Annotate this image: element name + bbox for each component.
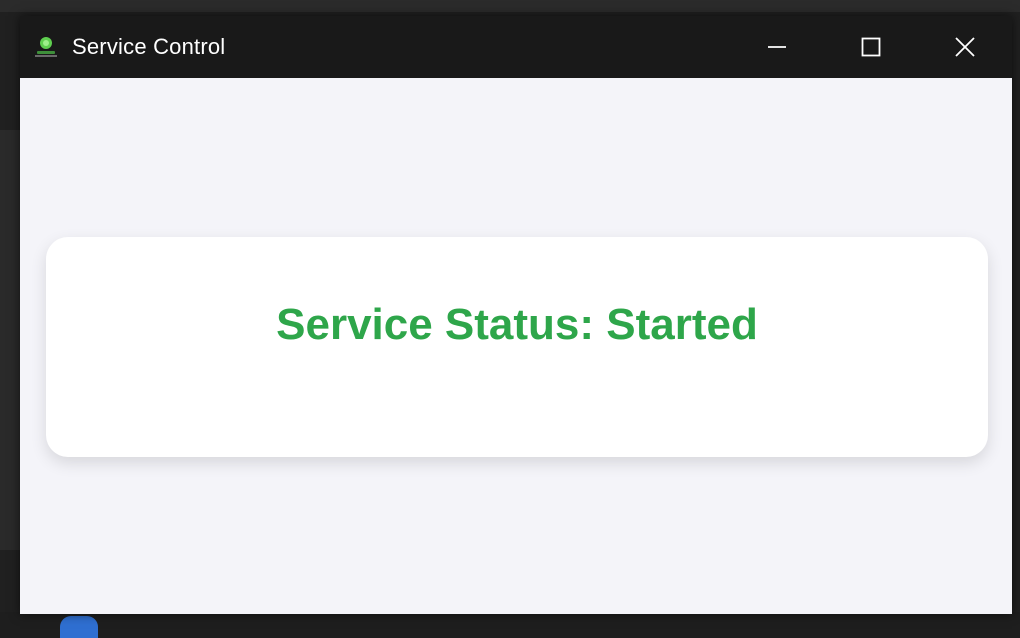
background-app-icon — [60, 616, 98, 638]
close-button[interactable] — [918, 16, 1012, 78]
window-content: Service Status: Started — [20, 78, 1012, 614]
title-bar[interactable]: Service Control — [20, 16, 1012, 78]
minimize-button[interactable] — [730, 16, 824, 78]
minimize-icon — [768, 46, 786, 48]
desktop: Service Control Service Status: Started — [0, 0, 1020, 638]
status-card: Service Status: Started — [46, 237, 988, 457]
service-status-label: Service Status: Started — [276, 300, 758, 349]
window-title: Service Control — [72, 34, 226, 59]
maximize-icon — [861, 37, 881, 57]
maximize-button[interactable] — [824, 16, 918, 78]
background-taskbar-strip — [0, 0, 1020, 12]
close-icon — [955, 37, 975, 57]
background-tray-fragment — [944, 614, 1014, 636]
app-logo-icon — [30, 31, 62, 63]
background-text-fragment — [0, 482, 22, 512]
background-bottom-bar — [0, 612, 1020, 638]
service-control-window: Service Control Service Status: Started — [20, 16, 1012, 614]
caption-buttons — [730, 16, 1012, 78]
